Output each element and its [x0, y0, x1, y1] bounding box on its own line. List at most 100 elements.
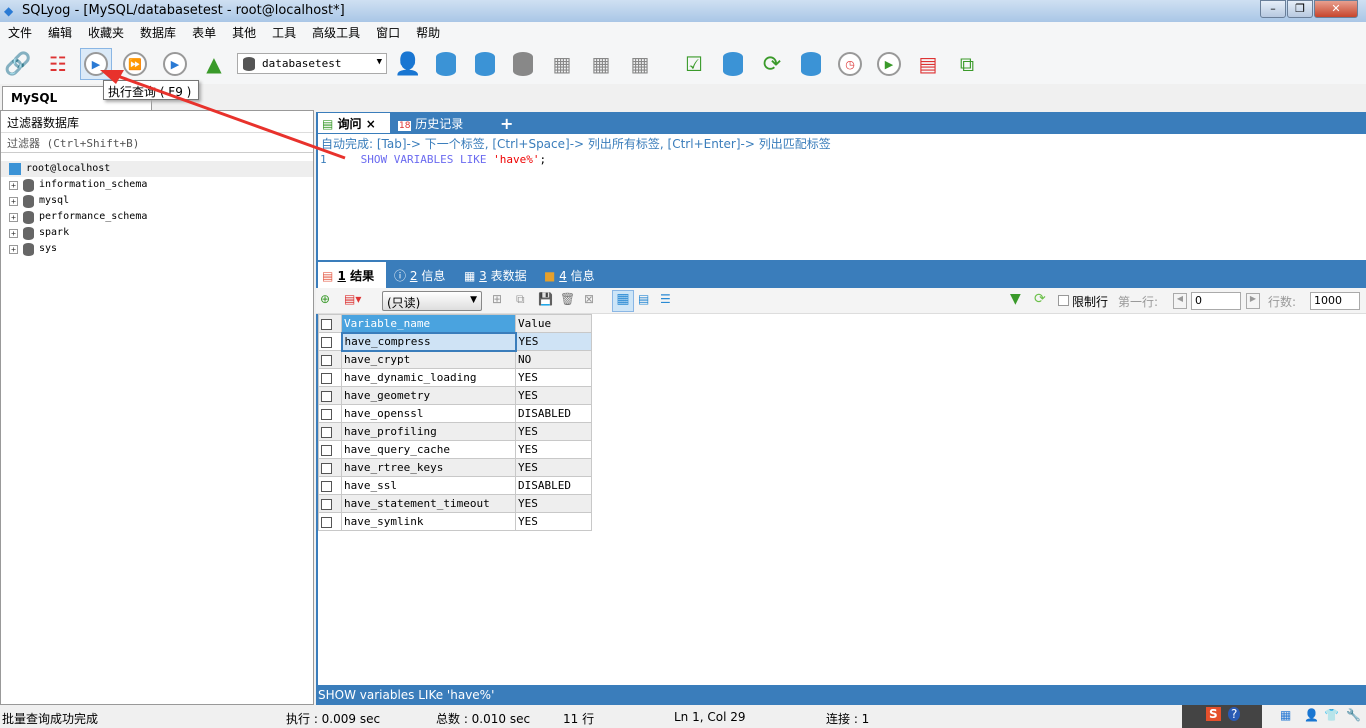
sql-editor[interactable]: 自动完成: [Tab]-> 下一个标签, [Ctrl+Space]-> 列出所有… — [318, 134, 1366, 260]
cell-value[interactable]: YES — [515, 332, 592, 351]
expand-icon[interactable]: + — [9, 180, 18, 190]
query-builder-icon[interactable]: ▶ — [873, 48, 905, 80]
row-checkbox[interactable] — [321, 480, 332, 492]
tree-item[interactable]: + sys — [1, 241, 313, 257]
minimize-button[interactable]: – — [1260, 0, 1286, 18]
filter-input[interactable]: 过滤器 (Ctrl+Shift+B) — [1, 133, 313, 153]
cell-value[interactable]: YES — [515, 512, 592, 531]
cell-variable-name[interactable]: have_statement_timeout — [341, 494, 516, 513]
user-manager-icon[interactable]: 👤 — [392, 48, 424, 80]
grid-view-icon[interactable]: ▦ — [612, 290, 634, 312]
rows-input[interactable]: 1000 — [1310, 292, 1360, 310]
expand-icon[interactable]: + — [9, 228, 18, 238]
column-header-value[interactable]: Value — [515, 314, 592, 333]
cancel-changes-icon[interactable]: ⊠ — [584, 292, 594, 306]
row-checkbox[interactable] — [321, 498, 332, 510]
maximize-button[interactable]: ❐ — [1287, 0, 1313, 18]
duplicate-row-icon[interactable]: ⧉ — [516, 292, 525, 307]
row-checkbox[interactable] — [321, 372, 332, 384]
tree-item[interactable]: + spark — [1, 225, 313, 241]
table-row[interactable]: have_openssl DISABLED — [318, 404, 592, 423]
help-icon[interactable]: ? — [1228, 707, 1241, 721]
execute-edit-button[interactable]: ▶ — [159, 48, 191, 80]
menu-database[interactable]: 数据库 — [132, 22, 184, 42]
cell-value[interactable]: DISABLED — [515, 476, 592, 495]
settings-icon[interactable]: 🔧 — [1346, 708, 1361, 722]
expand-icon[interactable]: + — [9, 244, 18, 254]
menu-table[interactable]: 表单 — [184, 22, 224, 42]
expand-icon[interactable]: + — [9, 196, 18, 206]
tree-item[interactable]: + mysql — [1, 193, 313, 209]
connect-icon[interactable]: 🔗 — [2, 48, 34, 80]
close-tab-icon[interactable]: × — [366, 117, 376, 131]
table-row[interactable]: have_rtree_keys YES — [318, 458, 592, 477]
close-button[interactable]: ✕ — [1314, 0, 1358, 18]
cell-variable-name[interactable]: have_query_cache — [341, 440, 516, 459]
next-page-button[interactable]: ▶ — [1246, 293, 1260, 309]
cell-variable-name[interactable]: have_dynamic_loading — [341, 368, 516, 387]
skin-icon[interactable]: 👕 — [1324, 708, 1339, 722]
expand-icon[interactable]: + — [9, 212, 18, 222]
cell-value[interactable]: YES — [515, 440, 592, 459]
insert-row-icon[interactable]: ⊞ — [492, 292, 502, 306]
row-checkbox[interactable] — [321, 516, 332, 528]
menu-help[interactable]: 帮助 — [408, 22, 448, 42]
table-row[interactable]: have_symlink YES — [318, 512, 592, 531]
table-row[interactable]: have_ssl DISABLED — [318, 476, 592, 495]
first-row-input[interactable]: 0 — [1191, 292, 1241, 310]
cell-variable-name[interactable]: have_profiling — [341, 422, 516, 441]
backup-icon[interactable] — [430, 48, 462, 80]
table-structure-icon[interactable]: ▦ — [585, 48, 617, 80]
refresh-icon[interactable]: ⟳ — [756, 48, 788, 80]
history-icon[interactable]: ◷ — [834, 48, 866, 80]
tab-messages[interactable]: ⓘ 2 信息 — [390, 262, 449, 288]
cell-value[interactable]: YES — [515, 422, 592, 441]
cell-variable-name[interactable]: have_rtree_keys — [341, 458, 516, 477]
cell-value[interactable]: YES — [515, 386, 592, 405]
row-checkbox[interactable] — [321, 354, 332, 366]
table-row[interactable]: have_profiling YES — [318, 422, 592, 441]
refresh-icon[interactable]: ⟳ — [1034, 291, 1046, 307]
add-row-icon[interactable]: ⊕ — [320, 292, 330, 306]
menu-advanced-tools[interactable]: 高级工具 — [304, 22, 368, 42]
compare-icon[interactable]: ⧉ — [951, 48, 983, 80]
copy-database-icon[interactable] — [507, 48, 539, 80]
import-table-icon[interactable]: ▦ — [546, 48, 578, 80]
database-select[interactable]: databasetest ▼ — [237, 53, 387, 74]
menu-tools[interactable]: 工具 — [264, 22, 304, 42]
filter-icon[interactable]: ▼ — [1010, 291, 1021, 307]
form-view-icon[interactable]: ▤ — [638, 292, 649, 306]
tab-history[interactable]: 18 历史记录 — [394, 113, 467, 133]
row-checkbox[interactable] — [321, 390, 332, 402]
row-checkbox[interactable] — [321, 408, 332, 420]
restore-icon[interactable] — [469, 48, 501, 80]
tab-info[interactable]: ■ 4 信息 — [540, 262, 599, 288]
table-row[interactable]: have_query_cache YES — [318, 440, 592, 459]
save-icon[interactable]: 💾 — [538, 292, 553, 306]
menu-window[interactable]: 窗口 — [368, 22, 408, 42]
tree-root[interactable]: root@localhost — [1, 161, 313, 177]
add-tab-button[interactable]: + — [496, 112, 517, 133]
tree-item[interactable]: + performance_schema — [1, 209, 313, 225]
select-all-checkbox[interactable] — [321, 318, 332, 330]
sync-db-icon[interactable] — [717, 48, 749, 80]
tab-query[interactable]: ▤ 询问 × — [318, 113, 390, 133]
cell-variable-name[interactable]: have_compress — [340, 331, 517, 352]
column-header-variable-name[interactable]: Variable_name — [341, 314, 516, 333]
cell-variable-name[interactable]: have_crypt — [341, 350, 516, 369]
row-checkbox[interactable] — [321, 444, 332, 456]
limit-rows-checkbox[interactable] — [1058, 295, 1069, 306]
data-sync-icon[interactable] — [795, 48, 827, 80]
user-icon[interactable]: 👤 — [1304, 708, 1319, 722]
tab-results[interactable]: ▤ 1 结果 — [318, 262, 386, 288]
cell-variable-name[interactable]: have_ssl — [341, 476, 516, 495]
row-checkbox[interactable] — [321, 336, 332, 348]
delete-icon[interactable]: 🗑 — [560, 292, 575, 306]
row-checkbox[interactable] — [321, 426, 332, 438]
cell-variable-name[interactable]: have_openssl — [341, 404, 516, 423]
cell-variable-name[interactable]: have_symlink — [341, 512, 516, 531]
export-icon[interactable]: ▤▾ — [344, 292, 361, 306]
cell-value[interactable]: YES — [515, 458, 592, 477]
menu-favorites[interactable]: 收藏夹 — [80, 22, 132, 42]
schema-sync-icon[interactable]: ▲ — [198, 48, 230, 80]
